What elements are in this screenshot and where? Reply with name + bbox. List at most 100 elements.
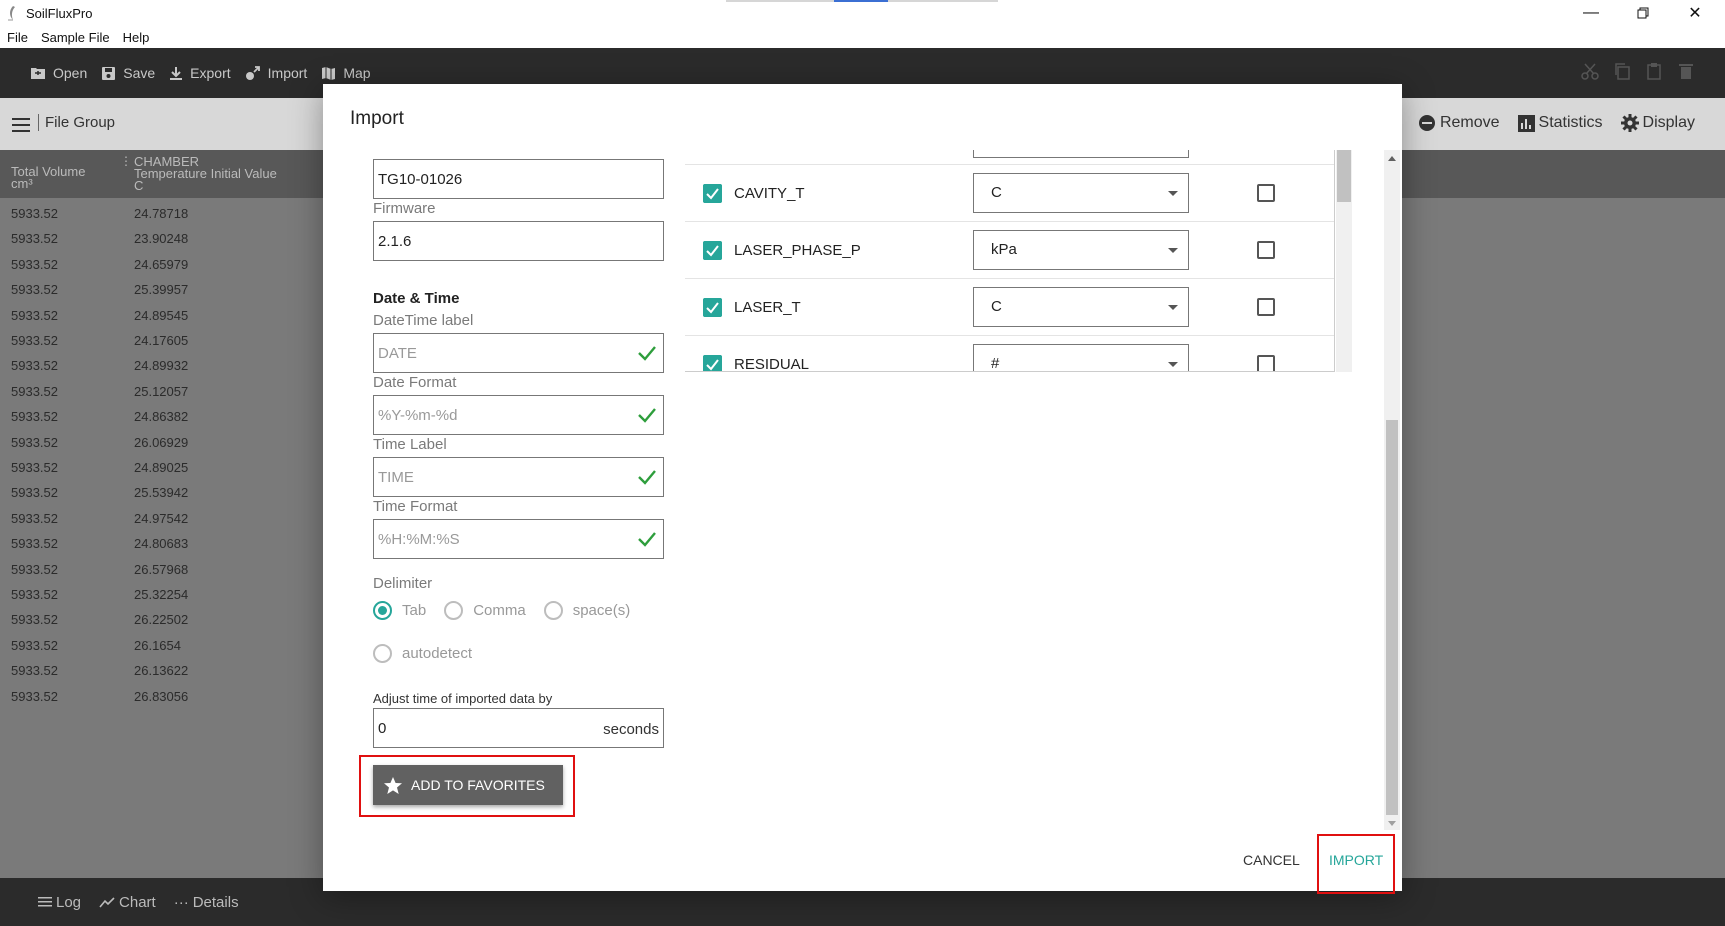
- cell-chamber-temp: 26.06929: [134, 434, 189, 450]
- date-format-label: Date Format: [373, 374, 457, 391]
- cell-chamber-temp: 24.97542: [134, 510, 189, 526]
- datetime-label-field[interactable]: DATE: [373, 333, 664, 373]
- open-button[interactable]: Open: [30, 65, 87, 81]
- col-total-volume-header[interactable]: Total Volume cm³: [11, 165, 85, 190]
- cell-chamber-temp: 25.53942: [134, 485, 189, 501]
- menu-bar: File Sample File Help: [0, 26, 1725, 48]
- import-button[interactable]: Import: [245, 65, 308, 81]
- save-button[interactable]: Save: [101, 65, 155, 81]
- cell-chamber-temp: 24.17605: [134, 333, 189, 348]
- open-label: Open: [53, 65, 88, 81]
- time-format-field[interactable]: %H:%M:%S: [373, 519, 664, 559]
- file-group-label[interactable]: File Group: [38, 114, 115, 131]
- scroll-up-icon[interactable]: [1388, 156, 1396, 161]
- option-checkbox[interactable]: [1257, 355, 1275, 371]
- cell-total-volume: 5933.52: [11, 358, 58, 374]
- dialog-scroll-thumb[interactable]: [1386, 420, 1398, 815]
- option-checkbox[interactable]: [1257, 298, 1275, 316]
- line-chart-icon: [99, 897, 115, 908]
- column-resize-handle[interactable]: ⋮: [120, 154, 132, 168]
- paste-icon[interactable]: [1645, 62, 1663, 80]
- menu-help[interactable]: Help: [123, 30, 150, 45]
- unit-select[interactable]: C: [973, 287, 1189, 327]
- unit-select[interactable]: kPa: [973, 230, 1189, 270]
- details-tab[interactable]: ··· Details: [174, 894, 239, 911]
- var-row-laser-phase-p: LASER_PHASE_P kPa: [685, 222, 1334, 279]
- include-checkbox[interactable]: [703, 184, 722, 203]
- import-label: Import: [267, 65, 308, 81]
- statistics-icon: [1517, 114, 1535, 132]
- option-checkbox[interactable]: [1257, 184, 1275, 202]
- display-button[interactable]: Display: [1620, 114, 1695, 132]
- remove-button[interactable]: Remove: [1418, 114, 1500, 132]
- dropdown-arrow-icon: [1168, 305, 1178, 310]
- delete-icon[interactable]: [1677, 62, 1695, 80]
- download-icon: [170, 66, 183, 80]
- cut-icon[interactable]: [1581, 62, 1599, 80]
- dropdown-arrow-icon: [1168, 191, 1178, 196]
- cell-chamber-temp: 26.57968: [134, 561, 189, 577]
- import-icon: [245, 65, 260, 80]
- include-checkbox[interactable]: [703, 241, 722, 260]
- cell-chamber-temp: 24.86382: [134, 409, 189, 425]
- restore-button[interactable]: [1617, 0, 1669, 26]
- cell-total-volume: 5933.52: [11, 282, 58, 298]
- variables-scrollbar[interactable]: [1336, 150, 1352, 372]
- firmware-field[interactable]: 2.1.6: [373, 221, 664, 261]
- map-button[interactable]: Map: [321, 65, 371, 81]
- cell-chamber-temp: 26.22502: [134, 612, 189, 628]
- var-row-partial: [685, 150, 1334, 165]
- unit-select[interactable]: C: [973, 173, 1189, 213]
- cell-total-volume: 5933.52: [11, 307, 58, 323]
- datetime-label-label: DateTime label: [373, 312, 474, 329]
- col-chamber-temp-header[interactable]: CHAMBER Temperature Initial Value C: [134, 155, 277, 192]
- cell-total-volume: 5933.52: [11, 383, 58, 399]
- cell-chamber-temp: 26.1654: [134, 637, 181, 653]
- time-label-field[interactable]: TIME: [373, 457, 664, 497]
- cell-chamber-temp: 24.65979: [134, 256, 189, 272]
- add-to-favorites-button[interactable]: ADD TO FAVORITES: [373, 765, 563, 805]
- hamburger-menu-icon[interactable]: [12, 118, 30, 132]
- include-checkbox[interactable]: [703, 355, 722, 372]
- import-confirm-button[interactable]: IMPORT: [1329, 852, 1383, 868]
- adjust-time-field[interactable]: 0 seconds: [373, 708, 664, 748]
- cell-total-volume: 5933.52: [11, 460, 58, 475]
- remove-circle-icon: [1418, 115, 1435, 131]
- radio-spaces[interactable]: [543, 601, 563, 620]
- time-format-label: Time Format: [373, 498, 458, 515]
- cell-total-volume: 5933.52: [11, 612, 58, 628]
- include-checkbox[interactable]: [703, 298, 722, 317]
- cell-total-volume: 5933.52: [11, 561, 58, 577]
- firmware-label: Firmware: [373, 200, 436, 217]
- cell-total-volume: 5933.52: [11, 434, 58, 450]
- cell-chamber-temp: 23.90248: [134, 231, 189, 247]
- radio-autodetect[interactable]: [373, 644, 392, 663]
- close-button[interactable]: ✕: [1669, 0, 1721, 26]
- map-label: Map: [343, 65, 371, 81]
- scroll-down-icon[interactable]: [1388, 821, 1396, 826]
- var-row-laser-t: LASER_T C: [685, 279, 1334, 336]
- map-icon: [322, 66, 336, 80]
- save-label: Save: [123, 65, 156, 81]
- cancel-button[interactable]: CANCEL: [1243, 852, 1300, 868]
- variables-scroll-thumb[interactable]: [1337, 150, 1351, 202]
- copy-icon[interactable]: [1613, 62, 1631, 80]
- radio-comma[interactable]: [444, 601, 464, 620]
- log-tab[interactable]: Log: [38, 894, 81, 911]
- unit-select[interactable]: #: [973, 344, 1189, 371]
- cell-total-volume: 5933.52: [11, 206, 58, 221]
- radio-tab[interactable]: [373, 601, 392, 620]
- statistics-button[interactable]: Statistics: [1517, 114, 1603, 132]
- dialog-scrollbar[interactable]: [1384, 150, 1400, 830]
- menu-file[interactable]: File: [7, 30, 28, 45]
- serial-number-field[interactable]: TG10-01026: [373, 159, 664, 199]
- menu-sample-file[interactable]: Sample File: [41, 30, 110, 45]
- export-button[interactable]: Export: [169, 65, 231, 81]
- chart-tab[interactable]: Chart: [99, 894, 156, 911]
- cell-chamber-temp: 24.80683: [134, 536, 189, 552]
- gear-icon: [1620, 114, 1639, 132]
- date-format-field[interactable]: %Y-%m-%d: [373, 395, 664, 435]
- remove-label: Remove: [1439, 114, 1500, 131]
- option-checkbox[interactable]: [1257, 241, 1275, 259]
- minimize-button[interactable]: —: [1565, 0, 1617, 26]
